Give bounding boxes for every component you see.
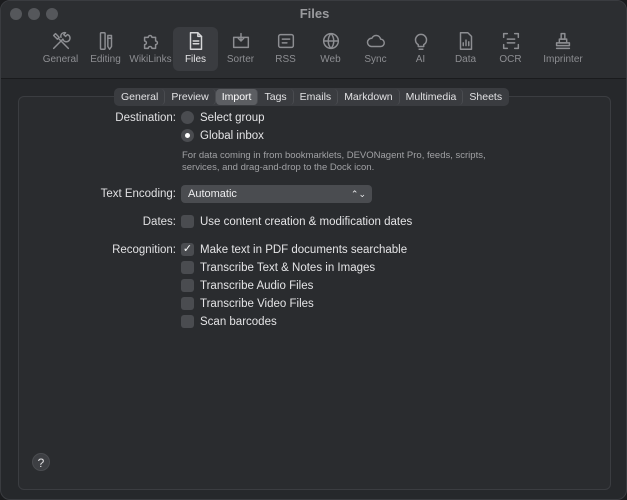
- pdf-searchable-checkbox[interactable]: ✓ Make text in PDF documents searchable: [181, 243, 407, 256]
- destination-label: Destination:: [115, 112, 176, 124]
- checkbox-indicator: [181, 215, 194, 228]
- tab-preview[interactable]: Preview: [165, 89, 216, 105]
- toolbar-imprinter[interactable]: Imprinter: [533, 27, 593, 71]
- toolbar-data[interactable]: Data: [443, 27, 488, 71]
- global-inbox-label: Global inbox: [200, 129, 264, 142]
- help-button[interactable]: ?: [32, 453, 50, 471]
- segmented-tabs: General Preview Import Tags Emails Markd…: [114, 88, 510, 106]
- cloud-icon: [366, 34, 385, 48]
- titlebar: Files General Editing WikiLinks Files So…: [1, 1, 626, 79]
- tab-emails[interactable]: Emails: [294, 89, 339, 105]
- text-encoding-label: Text Encoding:: [100, 188, 176, 200]
- radio-indicator: [181, 111, 194, 124]
- recognition-label: Recognition:: [112, 244, 176, 256]
- sorter-tray-icon: [232, 32, 249, 49]
- text-encoding-select[interactable]: Automatic ⌃⌄: [181, 185, 372, 203]
- checkbox-indicator: [181, 279, 194, 292]
- tab-sheets[interactable]: Sheets: [463, 89, 508, 105]
- document-icon: [189, 32, 202, 50]
- preferences-window: Files General Editing WikiLinks Files So…: [0, 0, 627, 500]
- rss-icon: [277, 33, 294, 49]
- use-dates-label: Use content creation & modification date…: [200, 215, 413, 228]
- wrench-screwdriver-icon: [52, 31, 71, 50]
- tab-multimedia[interactable]: Multimedia: [400, 89, 464, 105]
- toolbar-files[interactable]: Files: [173, 27, 218, 71]
- checkbox-indicator: [181, 315, 194, 328]
- toolbar-wikilinks[interactable]: WikiLinks: [128, 27, 173, 71]
- toolbar-ai[interactable]: AI: [398, 27, 443, 71]
- puzzle-icon: [143, 34, 158, 50]
- toolbar-sorter[interactable]: Sorter: [218, 27, 263, 71]
- checkbox-indicator: [181, 261, 194, 274]
- radio-indicator-selected: [181, 129, 194, 142]
- toolbar-ocr[interactable]: OCR: [488, 27, 533, 71]
- use-dates-checkbox[interactable]: Use content creation & modification date…: [181, 215, 412, 228]
- toolbar-general[interactable]: General: [38, 27, 83, 71]
- transcribe-audio-label: Transcribe Audio Files: [200, 279, 314, 292]
- tab-general[interactable]: General: [115, 89, 166, 105]
- tab-import[interactable]: Import: [215, 89, 259, 105]
- ocr-scan-icon: [502, 32, 519, 50]
- toolbar-rss[interactable]: RSS: [263, 27, 308, 71]
- toolbar-web[interactable]: Web: [308, 27, 353, 71]
- toolbar-editing[interactable]: Editing: [83, 27, 128, 71]
- select-group-label: Select group: [200, 111, 265, 124]
- global-inbox-radio[interactable]: Global inbox: [181, 129, 264, 142]
- globe-icon: [322, 32, 339, 50]
- text-encoding-value: Automatic: [188, 188, 237, 200]
- chevron-updown-icon: ⌃⌄: [350, 189, 366, 199]
- checkmark-icon: ✓: [181, 243, 194, 256]
- window-title: Files: [299, 6, 330, 21]
- select-group-radio[interactable]: Select group: [181, 111, 265, 124]
- transcribe-images-checkbox[interactable]: Transcribe Text & Notes in Images: [181, 261, 375, 274]
- checkbox-indicator: [181, 297, 194, 310]
- transcribe-images-label: Transcribe Text & Notes in Images: [200, 261, 376, 274]
- scan-barcodes-checkbox[interactable]: Scan barcodes: [181, 315, 277, 328]
- destination-help-text: For data coming in from bookmarklets, DE…: [182, 150, 486, 173]
- database-icon: [459, 32, 472, 50]
- preferences-toolbar: General Editing WikiLinks Files Sorter R…: [38, 27, 593, 75]
- pdf-searchable-label: Make text in PDF documents searchable: [200, 243, 408, 256]
- transcribe-video-checkbox[interactable]: Transcribe Video Files: [181, 297, 314, 310]
- dates-label: Dates:: [142, 216, 176, 228]
- lightbulb-icon: [414, 33, 427, 50]
- stamp-icon: [555, 32, 571, 50]
- tab-markdown[interactable]: Markdown: [338, 89, 400, 105]
- transcribe-video-label: Transcribe Video Files: [200, 297, 314, 310]
- toolbar-sync[interactable]: Sync: [353, 27, 398, 71]
- scan-barcodes-label: Scan barcodes: [200, 315, 277, 328]
- transcribe-audio-checkbox[interactable]: Transcribe Audio Files: [181, 279, 313, 292]
- pencil-ruler-icon: [99, 32, 112, 50]
- tab-tags[interactable]: Tags: [258, 89, 294, 105]
